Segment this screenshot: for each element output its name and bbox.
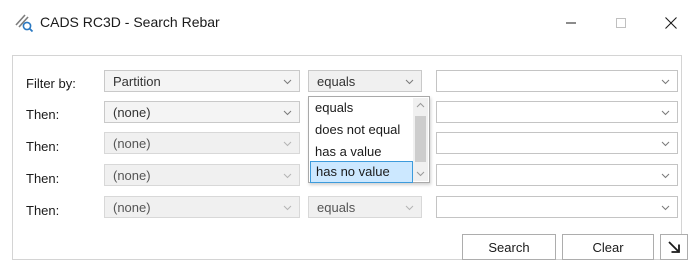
filter-row-1-operator-value: equals — [317, 74, 356, 89]
filter-row-2-field-select[interactable]: (none) — [104, 101, 300, 123]
dropdown-option-has-no-value[interactable]: has no value — [310, 161, 413, 183]
chevron-down-icon — [661, 79, 670, 85]
close-button[interactable] — [648, 8, 694, 38]
filter-row-3-label: Then: — [26, 139, 60, 154]
chevron-down-icon — [661, 173, 670, 179]
filter-row-3-value-select[interactable] — [436, 132, 678, 154]
scroll-down-icon[interactable] — [416, 170, 425, 177]
dropdown-option-does-not-equal[interactable]: does not equal — [310, 120, 413, 142]
filter-row-4-label: Then: — [26, 171, 60, 186]
chevron-down-icon — [405, 205, 414, 211]
maximize-button[interactable] — [598, 8, 644, 38]
filter-row-5-value-select[interactable] — [436, 196, 678, 218]
chevron-down-icon — [283, 173, 292, 179]
filter-row-3-field-value: (none) — [113, 136, 151, 151]
cads-rc3d-app-icon — [15, 14, 34, 33]
chevron-down-icon — [283, 110, 292, 116]
filter-row-2-field-value: (none) — [113, 105, 151, 120]
chevron-down-icon — [283, 141, 292, 147]
expand-button[interactable] — [660, 234, 688, 260]
filter-row-5-field-select[interactable]: (none) — [104, 196, 300, 218]
filter-row-2-value-select[interactable] — [436, 101, 678, 123]
title-bar: CADS RC3D - Search Rebar — [0, 0, 694, 44]
window-title: CADS RC3D - Search Rebar — [40, 14, 220, 30]
filter-row-2-label: Then: — [26, 107, 60, 122]
scroll-up-icon[interactable] — [416, 102, 425, 109]
filter-row-1-field-select[interactable]: Partition — [104, 70, 300, 92]
chevron-down-icon — [283, 205, 292, 211]
filter-row-1-operator-select[interactable]: equals — [308, 70, 422, 92]
chevron-down-icon — [661, 205, 670, 211]
minimize-button[interactable] — [548, 8, 594, 38]
diagonal-arrow-icon — [668, 241, 680, 253]
close-icon — [665, 17, 677, 29]
chevron-down-icon — [661, 141, 670, 147]
filter-row-4-value-select[interactable] — [436, 164, 678, 186]
dropdown-option-equals[interactable]: equals — [310, 98, 413, 120]
filter-row-5-operator-select[interactable]: equals — [308, 196, 422, 218]
chevron-down-icon — [405, 79, 414, 85]
filter-row-3-field-select[interactable]: (none) — [104, 132, 300, 154]
filter-row-4-field-select[interactable]: (none) — [104, 164, 300, 186]
filter-row-5-label: Then: — [26, 203, 60, 218]
filter-row-1-label: Filter by: — [26, 76, 76, 91]
maximize-icon — [616, 18, 626, 28]
filter-row-4-field-value: (none) — [113, 168, 151, 183]
operator-dropdown-list: equals does not equal has a value has no… — [308, 96, 430, 183]
minimize-icon — [566, 22, 576, 24]
scrollbar-thumb[interactable] — [415, 116, 426, 162]
dropdown-scrollbar[interactable] — [413, 98, 428, 181]
clear-button[interactable]: Clear — [562, 234, 654, 260]
search-button[interactable]: Search — [462, 234, 556, 260]
chevron-down-icon — [661, 110, 670, 116]
chevron-down-icon — [283, 79, 292, 85]
filter-row-1-field-value: Partition — [113, 74, 161, 89]
filter-row-5-operator-value: equals — [317, 200, 356, 215]
filter-row-1-value-select[interactable] — [436, 70, 678, 92]
filter-row-5-field-value: (none) — [113, 200, 151, 215]
